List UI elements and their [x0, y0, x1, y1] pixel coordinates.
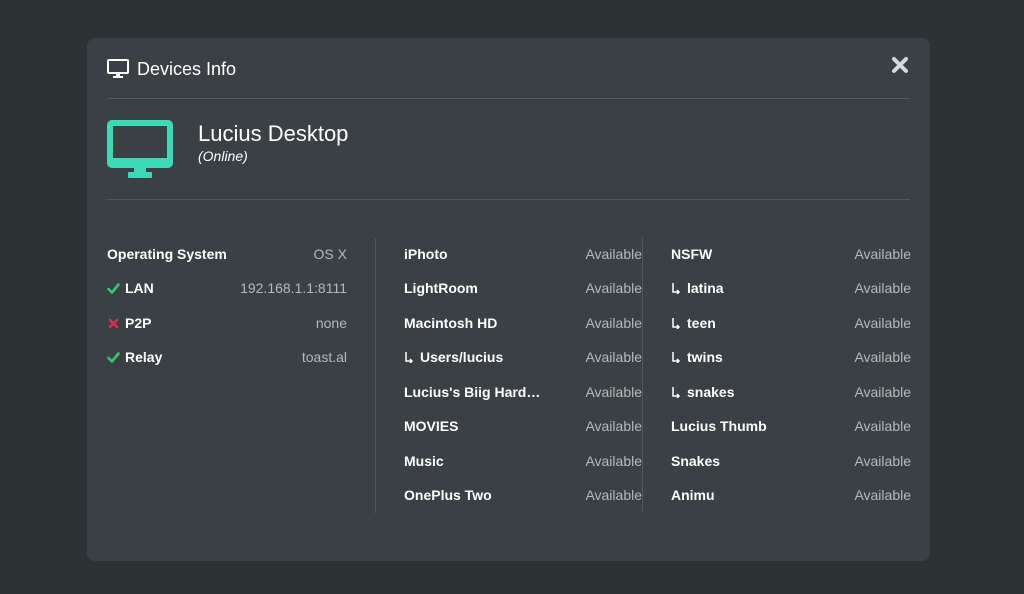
info-label: LAN [107, 278, 154, 298]
folder-status: Available [585, 349, 642, 365]
device-summary: Lucius Desktop (Online) [107, 99, 910, 200]
folder-name: MOVIES [404, 418, 459, 434]
folder-status: Available [854, 487, 911, 503]
subfolder-arrow-icon [672, 283, 681, 294]
folder-status: Available [585, 384, 642, 400]
folder-name-text: Users/lucius [420, 349, 504, 365]
subfolder-arrow-icon [672, 387, 681, 398]
info-label-text: Relay [125, 349, 163, 365]
folder-name: teen [671, 313, 716, 333]
folder-status: Available [854, 349, 911, 365]
folder-row[interactable]: OnePlus Two Available [404, 485, 642, 505]
folder-name: Snakes [671, 453, 721, 469]
info-label: Operating System [107, 246, 227, 262]
folder-row[interactable]: Macintosh HD Available [404, 313, 642, 333]
folder-row[interactable]: Music Available [404, 451, 642, 471]
folder-status: Available [854, 280, 911, 296]
folder-name: Lucius Thumb [671, 418, 767, 434]
connection-info: Operating System OS X LAN 192.168.1.1:81… [107, 238, 347, 513]
modal-title: Devices Info [137, 59, 237, 79]
info-label-text: LAN [125, 280, 154, 296]
info-value: none [315, 315, 347, 331]
folder-status: Available [854, 384, 911, 400]
folder-row[interactable]: teen Available [671, 313, 911, 333]
folder-status: Available [585, 315, 642, 331]
folder-name: twins [671, 347, 723, 367]
info-value: toast.al [301, 349, 347, 365]
folder-row[interactable]: LightRoom Available [404, 278, 642, 298]
info-label: Relay [107, 347, 162, 367]
folder-name-text: snakes [687, 384, 735, 400]
folder-status: Available [585, 453, 642, 469]
folder-name-text: teen [687, 315, 716, 331]
folder-status: Available [854, 418, 911, 434]
folder-status: Available [854, 246, 911, 262]
devices-info-modal: Devices Info Lucius Desktop (Online) Ope… [87, 38, 930, 561]
folder-name: Music [404, 453, 444, 469]
desktop-icon [107, 120, 173, 178]
info-row-p2p: P2P none [107, 313, 347, 333]
info-row-relay: Relay toast.al [107, 347, 347, 367]
info-row-os: Operating System OS X [107, 244, 347, 264]
device-name: Lucius Desktop [198, 121, 349, 146]
folder-name: LightRoom [404, 280, 478, 296]
folder-status: Available [585, 487, 642, 503]
folder-status: Available [585, 280, 642, 296]
folder-row[interactable]: NSFW Available [671, 244, 911, 264]
folder-name: OnePlus Two [404, 487, 492, 503]
folders-list-1: iPhoto Available LightRoom Available Mac… [375, 238, 642, 513]
folder-name: NSFW [671, 246, 713, 262]
folder-status: Available [854, 315, 911, 331]
folder-name: Macintosh HD [404, 315, 498, 331]
folder-status: Available [854, 453, 911, 469]
subfolder-arrow-icon [672, 318, 681, 329]
folder-name: iPhoto [404, 246, 448, 262]
folder-name: Animu [671, 487, 715, 503]
info-row-lan: LAN 192.168.1.1:8111 [107, 278, 347, 298]
info-label-text: P2P [125, 315, 152, 331]
folder-row[interactable]: snakes Available [671, 382, 911, 402]
folder-row[interactable]: twins Available [671, 347, 911, 367]
check-icon [107, 351, 120, 363]
folder-status: Available [585, 246, 642, 262]
info-label: P2P [107, 313, 151, 333]
info-value: OS X [313, 246, 347, 262]
device-status: (Online) [198, 148, 248, 164]
subfolder-arrow-icon [672, 352, 681, 363]
folder-name: Lucius's Biig Hard Drive [404, 384, 544, 400]
folder-row[interactable]: latina Available [671, 278, 911, 298]
folder-row[interactable]: Animu Available [671, 485, 911, 505]
folder-row[interactable]: MOVIES Available [404, 416, 642, 436]
folder-name: snakes [671, 382, 734, 402]
folder-row[interactable]: Lucius's Biig Hard Drive Available [404, 382, 642, 402]
folders-list-2: NSFW Available latina Available teen Ava… [642, 238, 911, 513]
folder-name-text: twins [687, 349, 723, 365]
check-icon [107, 282, 120, 294]
info-value: 192.168.1.1:8111 [240, 280, 347, 296]
cross-icon [108, 318, 119, 328]
folder-row[interactable]: Snakes Available [671, 451, 911, 471]
modal-header: Devices Info [107, 38, 910, 99]
close-icon[interactable] [890, 55, 910, 75]
folder-name-text: latina [687, 280, 724, 296]
folder-row[interactable]: Lucius Thumb Available [671, 416, 911, 436]
folder-status: Available [585, 418, 642, 434]
subfolder-arrow-icon [405, 352, 414, 363]
folder-name: Users/lucius [404, 347, 503, 367]
monitor-icon [107, 59, 129, 78]
folder-name: latina [671, 278, 724, 298]
folder-row[interactable]: iPhoto Available [404, 244, 642, 264]
folder-row[interactable]: Users/lucius Available [404, 347, 642, 367]
